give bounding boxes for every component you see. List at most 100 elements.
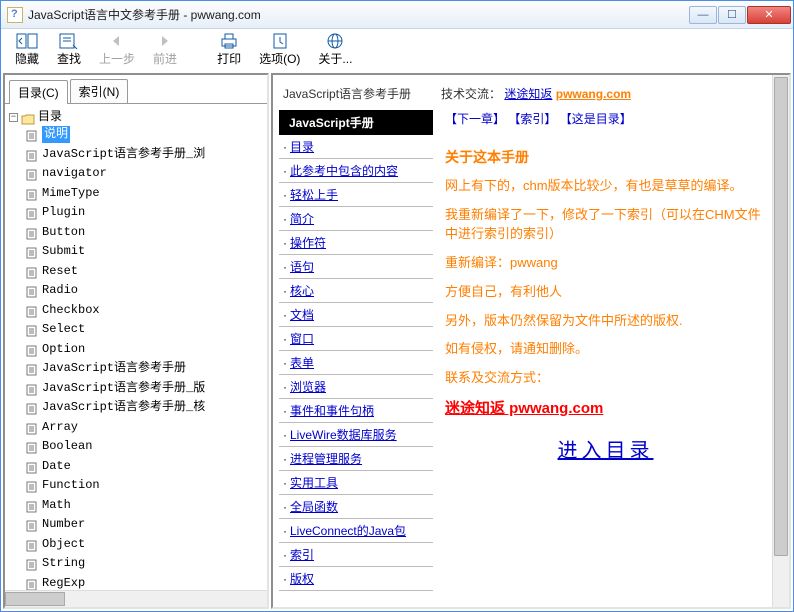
tree-item[interactable]: JavaScript语言参考手册_核 [25, 399, 205, 416]
tree-item[interactable]: Date [25, 458, 71, 475]
tree-item[interactable]: Option [25, 341, 85, 358]
nav-item[interactable]: 操作符 [279, 231, 433, 255]
maximize-button[interactable]: ☐ [718, 6, 746, 24]
tree-view[interactable]: − 目录 说明 JavaScript语言参考手册_浏 navigator MimeTy… [5, 103, 267, 590]
tree-item[interactable]: Boolean [25, 438, 92, 455]
nav-link[interactable]: 核心 [290, 284, 314, 298]
collapse-icon[interactable]: − [9, 113, 18, 122]
nav-link[interactable]: 此参考中包含的内容 [290, 164, 398, 178]
nav-item[interactable]: LiveConnect的Java包 [279, 519, 433, 543]
tree-item[interactable]: JavaScript语言参考手册_浏 [25, 146, 205, 163]
about-button[interactable]: 关于... [310, 31, 360, 68]
nav-item[interactable]: 此参考中包含的内容 [279, 159, 433, 183]
contact-link[interactable]: 迷途知返 pwwang.com [445, 398, 766, 420]
nav-link[interactable]: 表单 [290, 356, 314, 370]
tree-item-label: JavaScript语言参考手册 [42, 360, 186, 377]
nav-item[interactable]: 实用工具 [279, 471, 433, 495]
tree-item-label: Radio [42, 282, 78, 299]
minimize-button[interactable]: — [689, 6, 717, 24]
tree-item[interactable]: Button [25, 224, 85, 241]
page-icon [25, 499, 39, 511]
page-icon [25, 402, 39, 414]
nav-link[interactable]: 进程管理服务 [290, 452, 362, 466]
tree-item[interactable]: MimeType [25, 185, 100, 202]
nav-item[interactable]: 浏览器 [279, 375, 433, 399]
nav-item[interactable]: LiveWire数据库服务 [279, 423, 433, 447]
tree-item-label: Array [42, 419, 78, 436]
tree-item-label: Select [42, 321, 85, 338]
paragraph: 另外，版本仍然保留为文件中所述的版权. [445, 312, 766, 331]
nav-item[interactable]: 简介 [279, 207, 433, 231]
nav-link[interactable]: 操作符 [290, 236, 326, 250]
tree-item[interactable]: Function [25, 477, 100, 494]
nav-item[interactable]: 索引 [279, 543, 433, 567]
window-title: JavaScript语言中文参考手册 - pwwang.com [28, 6, 688, 23]
nav-item[interactable]: 版权 [279, 567, 433, 591]
left-hscroll[interactable] [5, 590, 267, 607]
page-icon [25, 538, 39, 550]
nav-item[interactable]: 窗口 [279, 327, 433, 351]
nav-link[interactable]: 浏览器 [290, 380, 326, 394]
nav-link[interactable]: 文档 [290, 308, 314, 322]
titlebar: JavaScript语言中文参考手册 - pwwang.com — ☐ ✕ [1, 1, 793, 29]
tree-item[interactable]: JavaScript语言参考手册_版 [25, 380, 205, 397]
tree-item[interactable]: JavaScript语言参考手册 [25, 360, 186, 377]
nav-link[interactable]: 目录 [290, 140, 314, 154]
nav-item[interactable]: 轻松上手 [279, 183, 433, 207]
nav-link[interactable]: 索引 [290, 548, 314, 562]
tree-item[interactable]: navigator [25, 165, 107, 182]
link-mitu[interactable]: 迷途知返 [504, 87, 552, 101]
tree-item[interactable]: Select [25, 321, 85, 338]
tree-item[interactable]: 说明 [25, 126, 70, 143]
nav-item[interactable]: 目录 [279, 135, 433, 159]
tree-item[interactable]: Submit [25, 243, 85, 260]
tree-item[interactable]: String [25, 555, 85, 572]
nav-link[interactable]: 语句 [290, 260, 314, 274]
tab-toc[interactable]: 目录(C) [9, 80, 68, 104]
nav-item[interactable]: 文档 [279, 303, 433, 327]
nav-link[interactable]: LiveConnect的Java包 [290, 524, 406, 538]
print-button[interactable]: 打印 [209, 31, 249, 68]
tree-root[interactable]: − 目录 [9, 109, 62, 126]
tree-item-label: RegExp [42, 575, 85, 591]
tree-item[interactable]: Object [25, 536, 85, 553]
nav-link[interactable]: 版权 [290, 572, 314, 586]
nav-link[interactable]: 全局函数 [290, 500, 338, 514]
tree-item-label: Plugin [42, 204, 85, 221]
nav-link[interactable]: 窗口 [290, 332, 314, 346]
tree-item[interactable]: Checkbox [25, 302, 100, 319]
tree-item[interactable]: RegExp [25, 575, 85, 591]
nav-link[interactable]: LiveWire数据库服务 [290, 428, 397, 442]
options-button[interactable]: 选项(O) [251, 31, 308, 68]
next-chapter-link[interactable]: 【下一章】 [445, 112, 505, 126]
paragraph: 联系及交流方式： [445, 369, 766, 388]
nav-item[interactable]: 表单 [279, 351, 433, 375]
nav-item[interactable]: 进程管理服务 [279, 447, 433, 471]
right-vscroll[interactable] [772, 75, 789, 607]
enter-toc-link[interactable]: 进入目录 [445, 434, 766, 463]
tree-item[interactable]: Reset [25, 263, 78, 280]
index-link[interactable]: 【索引】 [508, 112, 556, 126]
find-button[interactable]: 查找 [49, 31, 89, 68]
nav-link[interactable]: 实用工具 [290, 476, 338, 490]
nav-item[interactable]: 核心 [279, 279, 433, 303]
nav-link[interactable]: 事件和事件句柄 [290, 404, 374, 418]
tree-item[interactable]: Array [25, 419, 78, 436]
tree-item[interactable]: Radio [25, 282, 78, 299]
tree-item[interactable]: Plugin [25, 204, 85, 221]
tree-item[interactable]: Number [25, 516, 85, 533]
nav-item[interactable]: 事件和事件句柄 [279, 399, 433, 423]
document-view: JavaScript语言参考手册 技术交流： 迷途知返 pwwang.com J… [273, 75, 772, 607]
nav-link[interactable]: 简介 [290, 212, 314, 226]
close-button[interactable]: ✕ [747, 6, 791, 24]
paragraph: 方便自己，有利他人 [445, 283, 766, 302]
tab-index[interactable]: 索引(N) [70, 79, 129, 103]
toc-link[interactable]: 【这是目录】 [560, 112, 632, 126]
nav-item[interactable]: 全局函数 [279, 495, 433, 519]
nav-link[interactable]: 轻松上手 [290, 188, 338, 202]
nav-item[interactable]: 语句 [279, 255, 433, 279]
tree-item[interactable]: Math [25, 497, 71, 514]
hide-button[interactable]: 隐藏 [7, 31, 47, 68]
link-site[interactable]: pwwang.com [556, 87, 631, 101]
nav-header: JavaScript手册 [279, 110, 433, 135]
